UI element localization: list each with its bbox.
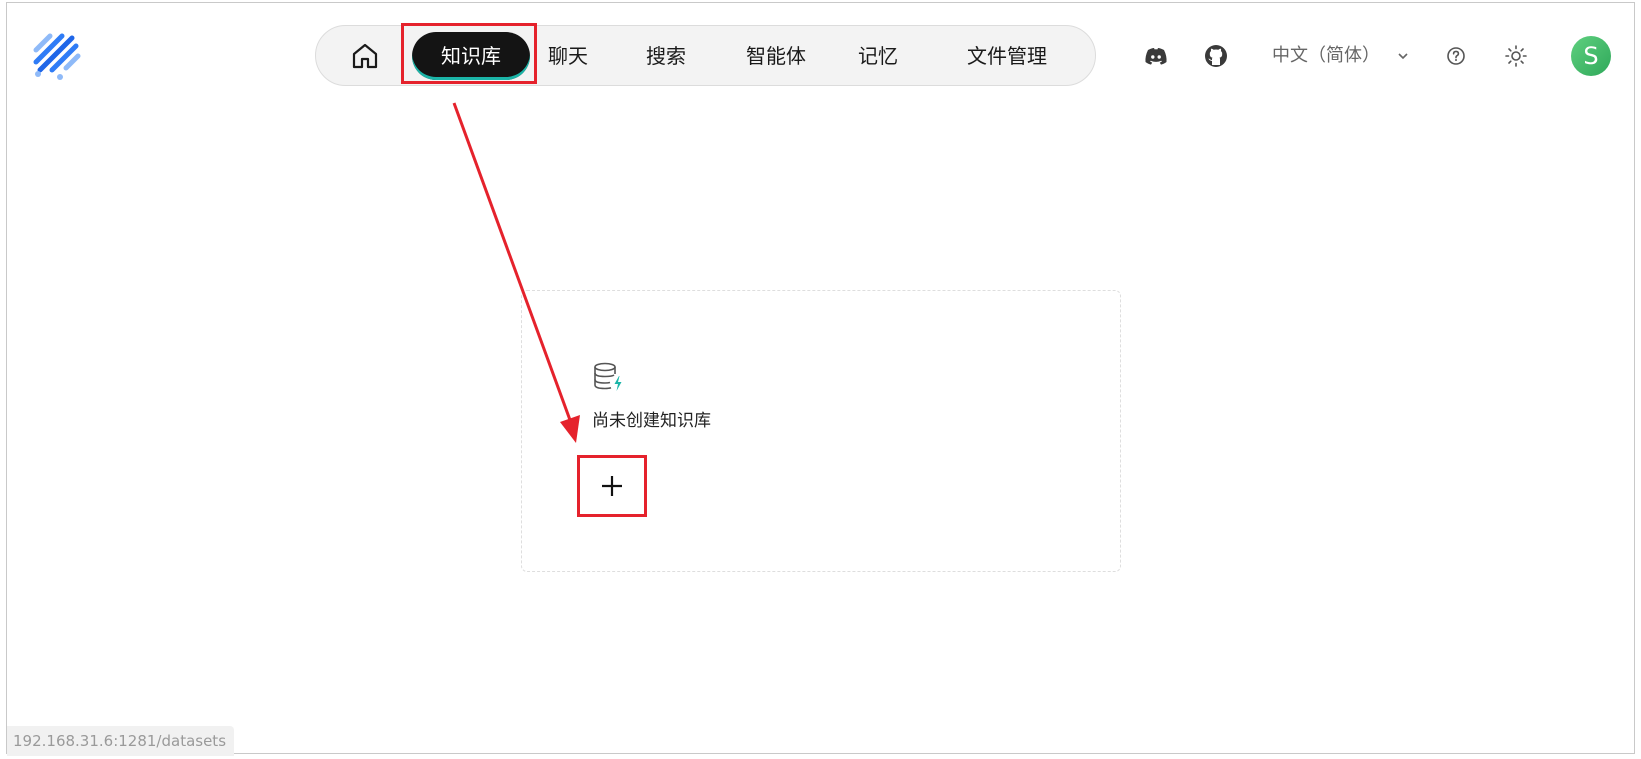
tab-search[interactable]: 搜索	[636, 32, 696, 80]
language-selector[interactable]: 中文（简体）	[1272, 40, 1410, 72]
empty-state-card	[521, 290, 1121, 572]
user-avatar[interactable]: S	[1571, 36, 1611, 76]
home-icon[interactable]	[349, 40, 381, 72]
tab-chat[interactable]: 聊天	[538, 32, 598, 80]
tab-memory[interactable]: 记忆	[848, 32, 908, 80]
top-nav: 知识库 聊天 搜索 智能体 记忆 文件管理	[315, 25, 1096, 86]
database-icon	[594, 362, 622, 391]
language-label: 中文（简体）	[1272, 45, 1380, 66]
ragflow-logo-icon[interactable]	[30, 30, 82, 82]
empty-state-message: 尚未创建知识库	[592, 411, 711, 431]
plus-icon	[602, 476, 622, 496]
sun-theme-icon[interactable]	[1501, 41, 1531, 71]
github-icon[interactable]	[1201, 41, 1231, 71]
create-dataset-button[interactable]	[582, 460, 642, 512]
help-icon[interactable]	[1441, 41, 1471, 71]
chevron-down-icon	[1398, 53, 1408, 60]
tab-file-management[interactable]: 文件管理	[948, 32, 1066, 80]
tab-datasets[interactable]: 知识库	[412, 32, 530, 80]
browser-status-url: 192.168.31.6:1281/datasets	[7, 726, 235, 756]
discord-icon[interactable]	[1141, 41, 1171, 71]
tab-agents[interactable]: 智能体	[734, 32, 818, 80]
